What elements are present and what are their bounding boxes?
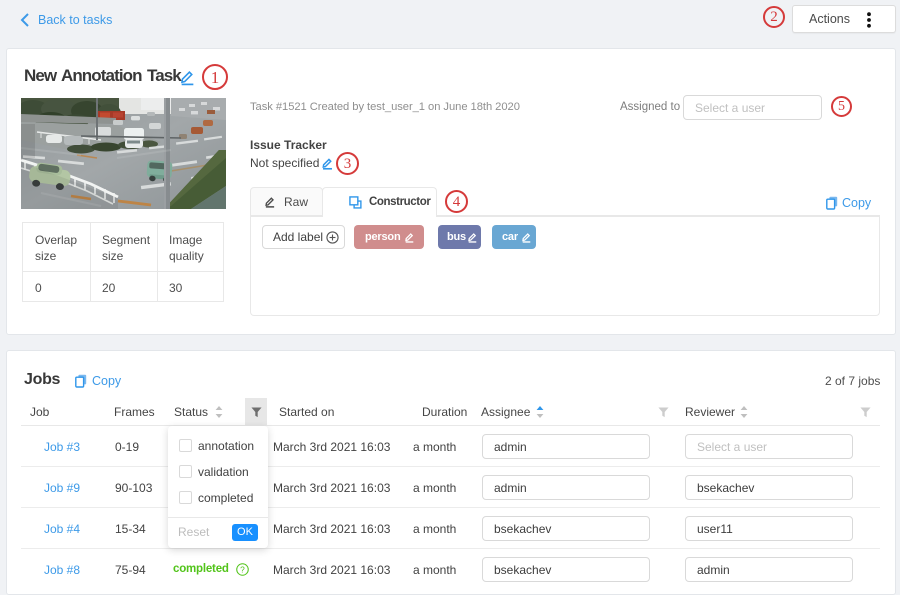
- svg-text:?: ?: [240, 564, 245, 574]
